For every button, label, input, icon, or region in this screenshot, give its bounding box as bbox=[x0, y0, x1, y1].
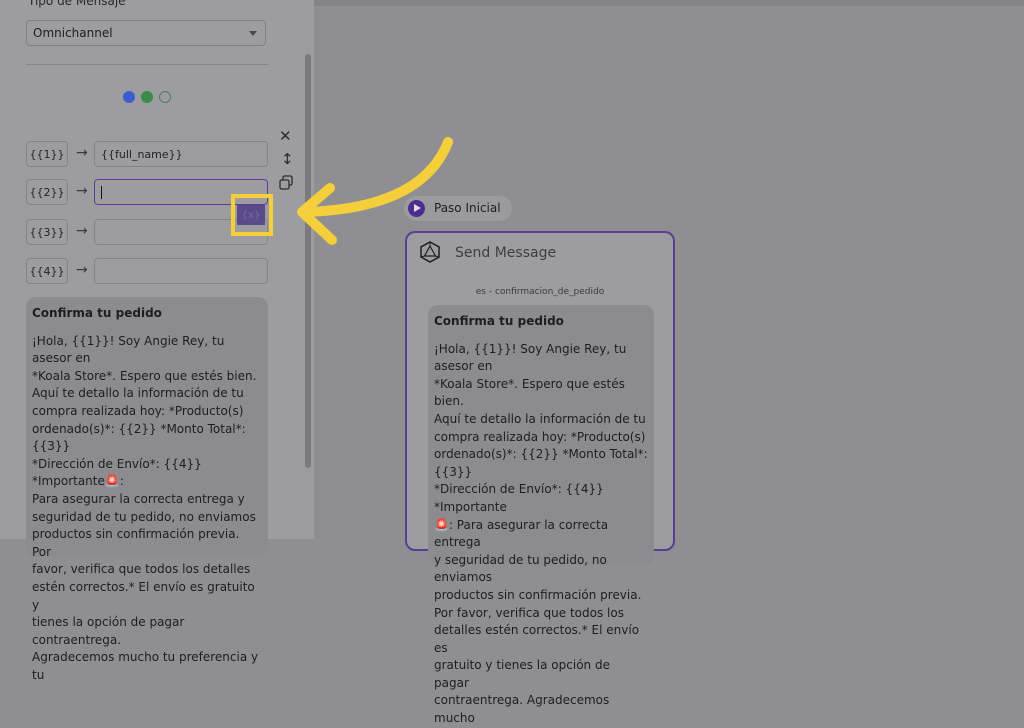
message-preview: Confirma tu pedido ¡Hola, {{1}}! Soy Ang… bbox=[26, 297, 268, 682]
preview-line: Por favor, verifica que todos los bbox=[434, 605, 624, 620]
variable-key-3: {{3}} bbox=[26, 219, 68, 245]
preview-line: ¡Hola, {{1}}! Soy Angie Rey, tu asesor e… bbox=[32, 333, 225, 366]
highlight-box bbox=[231, 194, 273, 236]
preview-line: compra realizada hoy: *Producto(s) bbox=[434, 429, 646, 444]
preview-line: y seguridad de tu pedido, no enviamos bbox=[434, 552, 607, 585]
message-type-label: Tipo de Mensaje bbox=[28, 0, 126, 8]
preview-line: *Koala Store*. Espero que estés bien. bbox=[434, 376, 625, 409]
send-message-card[interactable]: Send Message es - confirmacion_de_pedido… bbox=[405, 231, 675, 725]
preview-line: detalles estén correctos.* El envío es bbox=[434, 623, 640, 655]
card-message-preview: Confirma tu pedido ¡Hola, {{1}}! Soy Ang… bbox=[428, 305, 654, 725]
template-name: es - confirmacion_de_pedido bbox=[475, 287, 605, 297]
preview-title: Confirma tu pedido bbox=[32, 306, 162, 320]
preview-line: compra realizada hoy: *Producto(s) bbox=[32, 403, 244, 418]
arrow-right-icon: → bbox=[76, 262, 88, 278]
preview-line: gratuito y tienes la opción de pagar bbox=[434, 658, 610, 690]
variable-key-1: {{1}} bbox=[26, 141, 68, 167]
preview-line: 🚨: Para asegurar la correcta entrega bbox=[434, 517, 609, 550]
variable-key-4: {{4}} bbox=[26, 258, 68, 284]
scrollbar[interactable] bbox=[305, 54, 311, 468]
preview-line: ordenado(s)*: {{2}} *Monto Total*: {{3}} bbox=[32, 421, 246, 454]
template-config-panel: Tipo de Mensaje Omnichannel {{1}} → {{fu… bbox=[0, 0, 314, 682]
preview-line: Aquí te detallo la información de tu bbox=[32, 386, 244, 401]
preview-line: *Dirección de Envío*: {{4}} *Importante bbox=[434, 482, 604, 514]
message-type-select[interactable]: Omnichannel bbox=[26, 20, 266, 46]
card-title: Send Message bbox=[455, 245, 557, 261]
preview-line: contraentrega. Agradecemos mucho bbox=[434, 693, 610, 726]
whatsapp-icon bbox=[141, 91, 153, 103]
preview-line: *Koala Store*. Espero que estés bien. bbox=[32, 368, 257, 383]
divider bbox=[26, 64, 268, 65]
preview-line: seguridad de tu pedido, no enviamos bbox=[32, 509, 256, 524]
arrow-right-icon: → bbox=[76, 145, 88, 161]
preview-line: *Dirección de Envío*: {{4}} *Importante🚨… bbox=[32, 456, 202, 489]
preview-line: estén correctos.* El envío es gratuito y bbox=[32, 579, 255, 612]
messenger-icon bbox=[123, 91, 135, 103]
variable-value-input-1[interactable]: {{full_name}} bbox=[94, 141, 268, 167]
send-message-icon bbox=[420, 241, 440, 263]
message-type-value: Omnichannel bbox=[33, 26, 113, 40]
preview-line: Aquí te detallo la información de tu bbox=[434, 411, 646, 426]
sms-icon bbox=[159, 91, 171, 103]
play-icon bbox=[408, 200, 425, 217]
arrow-right-icon: → bbox=[76, 183, 88, 199]
preview-line: tienes la opción de pagar contraentrega. bbox=[32, 615, 185, 647]
preview-line: ¡Hola, {{1}}! Soy Angie Rey, tu asesor e… bbox=[434, 341, 627, 374]
preview-line: favor, verifica que todos los detalles bbox=[32, 562, 251, 577]
arrow-right-icon: → bbox=[76, 223, 88, 239]
text-cursor bbox=[101, 186, 102, 199]
start-node-label: Paso Inicial bbox=[434, 201, 501, 215]
preview-line: Para asegurar la correcta entrega y bbox=[32, 491, 245, 506]
preview-line: productos sin confirmación previa. Por bbox=[32, 527, 240, 559]
preview-line: Agradecemos mucho tu preferencia y tu bbox=[32, 650, 259, 682]
preview-line: ordenado(s)*: {{2}} *Monto Total*: {{3}} bbox=[434, 447, 648, 479]
variable-key-2: {{2}} bbox=[26, 179, 68, 205]
preview-title: Confirma tu pedido bbox=[434, 314, 564, 328]
variable-value-input-4[interactable] bbox=[94, 258, 268, 284]
chevron-down-icon bbox=[249, 31, 257, 36]
preview-line: productos sin confirmación previa. bbox=[434, 587, 642, 602]
start-node[interactable]: Paso Inicial bbox=[404, 196, 512, 221]
top-bar bbox=[314, 0, 1024, 6]
